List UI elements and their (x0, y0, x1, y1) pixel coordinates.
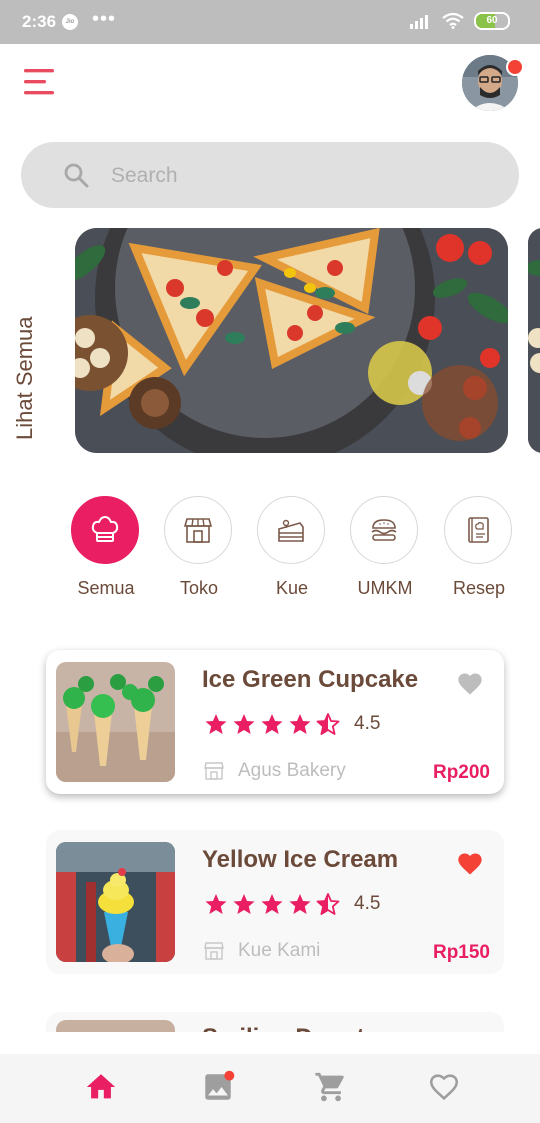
product-title: Yellow Ice Cream (202, 846, 399, 873)
product-price: Rp150 (432, 942, 490, 963)
category-label: Semua (77, 578, 135, 598)
product-image (56, 662, 175, 782)
home-icon[interactable] (84, 1070, 118, 1104)
star-icon (289, 714, 311, 734)
store-name: Kue Kami (238, 940, 321, 961)
category-label: Kue (275, 578, 309, 598)
category-label: Toko (179, 578, 219, 598)
store-name: Agus Bakery (238, 760, 346, 781)
category-resep-button[interactable] (444, 496, 512, 564)
category-umkm[interactable]: UMKM (350, 496, 420, 599)
battery-level: 60 (486, 15, 498, 26)
status-icons: 60 (410, 12, 510, 30)
category-kue-button[interactable] (257, 496, 325, 564)
status-time: 2:36 (22, 12, 57, 31)
category-semua-button[interactable] (71, 496, 139, 564)
search-input[interactable] (109, 160, 493, 192)
banner-next-image[interactable] (528, 228, 540, 453)
wifi-icon (442, 13, 464, 29)
rating-stars: 4.5 (204, 712, 380, 736)
category-resep[interactable]: Resep (444, 496, 514, 599)
category-semua[interactable]: Semua (71, 496, 141, 599)
more-notifications-icon: ••• (92, 8, 117, 30)
category-label: UMKM (357, 578, 413, 598)
status-bar: 2:36 Jio ••• 60 (0, 0, 540, 44)
signal-icon (410, 15, 428, 29)
rating-value: 4.5 (354, 893, 381, 914)
product-card[interactable]: Yellow Ice Cream 4.5 Kue Kami Rp150 (46, 830, 504, 974)
product-title: Smiling Donuts (202, 1024, 378, 1032)
category-umkm-button[interactable] (350, 496, 418, 564)
search-icon (64, 163, 89, 188)
category-kue[interactable]: Kue (257, 496, 327, 599)
category-toko[interactable]: Toko (164, 496, 234, 599)
star-icon (205, 714, 227, 734)
star-icon (233, 714, 255, 734)
chef-hat-icon (91, 515, 119, 542)
star-half-icon (316, 713, 340, 735)
category-toko-button[interactable] (164, 496, 232, 564)
cake-icon (278, 519, 304, 542)
star-icon (261, 714, 283, 734)
star-icon (289, 894, 311, 914)
battery-icon: 60 (474, 12, 510, 30)
search-bar[interactable] (21, 142, 519, 208)
favorite-icon[interactable] (456, 850, 484, 878)
category-label: Resep (452, 578, 506, 598)
store-info: Kue Kami (204, 940, 320, 962)
product-image (56, 1020, 175, 1032)
see-all-link[interactable]: Lihat Semua (12, 316, 38, 440)
product-card-partial[interactable]: Smiling Donuts (46, 1012, 504, 1032)
cart-icon[interactable] (314, 1070, 348, 1104)
gallery-icon[interactable] (201, 1070, 235, 1104)
store-icon (204, 942, 224, 960)
store-icon (183, 518, 213, 543)
notification-dot (506, 58, 524, 76)
store-icon (204, 762, 224, 780)
star-icon (261, 894, 283, 914)
star-half-icon (316, 893, 340, 915)
favorite-icon[interactable] (456, 670, 484, 698)
product-image (56, 842, 175, 962)
carrier-icon: Jio (62, 14, 78, 30)
favorite-outline-icon[interactable] (427, 1070, 461, 1104)
banner-image[interactable] (75, 228, 508, 453)
menu-icon[interactable] (24, 66, 56, 98)
product-price: Rp200 (432, 762, 490, 783)
bottom-navigation (0, 1054, 540, 1123)
product-title: Ice Green Cupcake (202, 666, 419, 693)
rating-value: 4.5 (354, 713, 381, 734)
rating-stars: 4.5 (204, 892, 380, 916)
star-icon (205, 894, 227, 914)
store-info: Agus Bakery (204, 760, 346, 782)
star-icon (233, 894, 255, 914)
recipe-book-icon (468, 517, 489, 543)
burger-icon (371, 519, 397, 541)
product-card[interactable]: Ice Green Cupcake 4.5 Agus Bakery Rp200 (46, 650, 504, 794)
